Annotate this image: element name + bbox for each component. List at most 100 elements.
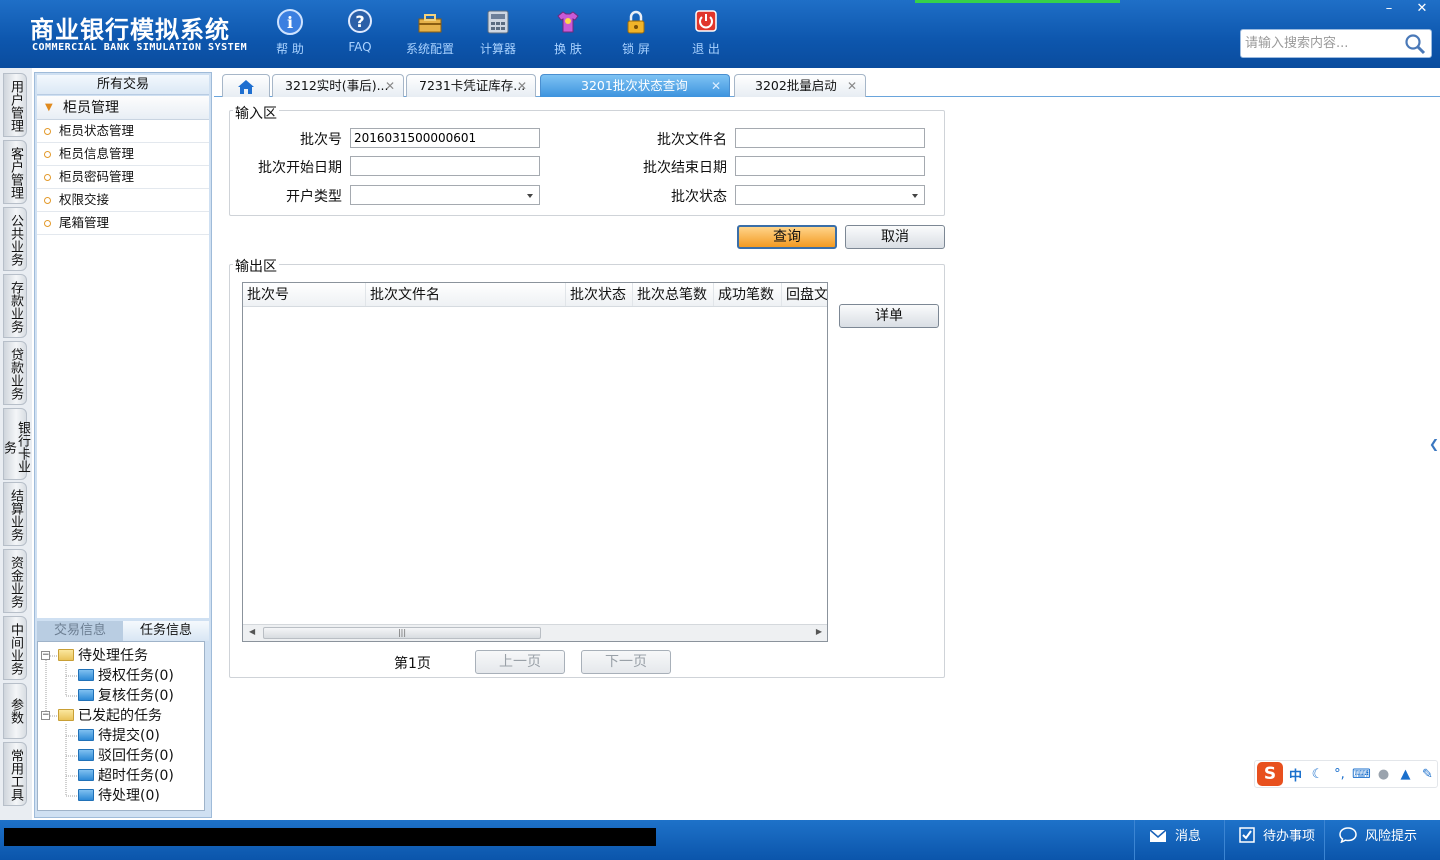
collapse-panel-handle[interactable]: ❮ (1428, 424, 1440, 464)
batch-no-input[interactable] (350, 128, 540, 148)
collapse-toggle[interactable]: − (41, 711, 50, 720)
batch-file-input[interactable] (735, 128, 925, 148)
account-type-select[interactable] (350, 185, 540, 205)
checkbox-icon (1239, 823, 1255, 857)
menu-item-cash-box[interactable]: 尾箱管理 (37, 212, 209, 235)
system-config-button[interactable]: 系统配置 (398, 8, 462, 57)
tab-3212[interactable]: 3212实时(事后)... ✕ (272, 74, 404, 97)
cancel-button[interactable]: 取消 (845, 225, 945, 249)
tab-task-info[interactable]: 任务信息 (123, 621, 209, 641)
close-tab-icon[interactable]: ✕ (517, 75, 527, 97)
nav-bank-card-business[interactable]: 银行卡业务 (1, 408, 30, 480)
tab-3201[interactable]: 3201批次状态查询 ✕ (540, 74, 730, 97)
ime-logo-icon[interactable]: S (1257, 762, 1283, 786)
tree-node-auth-tasks[interactable]: 授权任务(0) (78, 666, 174, 686)
close-tab-icon[interactable]: ✕ (711, 75, 721, 97)
nav-fund-business[interactable]: 资金业务 (3, 549, 27, 613)
next-page-button[interactable]: 下一页 (581, 650, 671, 674)
keyboard-icon[interactable]: ⌨ (1352, 767, 1371, 782)
menu-item-label: 柜员信息管理 (59, 146, 135, 161)
search-icon[interactable] (1403, 32, 1427, 56)
folder-icon (78, 789, 94, 801)
nav-intermediary-business[interactable]: 中间业务 (3, 616, 27, 680)
shirt-icon (553, 8, 583, 36)
menu-item-permission-handover[interactable]: 权限交接 (37, 189, 209, 212)
tab-home[interactable] (222, 74, 270, 97)
nav-common-tools[interactable]: 常用工具 (3, 742, 27, 806)
start-date-label: 批次开始日期 (258, 160, 342, 176)
end-date-input[interactable] (735, 156, 925, 176)
tab-transaction-info[interactable]: 交易信息 (37, 621, 123, 641)
col-batch-no[interactable]: 批次号 (243, 283, 366, 306)
tree-node-timeout[interactable]: 超时任务(0) (78, 766, 174, 786)
help-button[interactable]: i 帮 助 (258, 8, 322, 57)
punctuation-icon[interactable]: °, (1330, 767, 1349, 782)
tree-node-review-tasks[interactable]: 复核任务(0) (78, 686, 174, 706)
todo-button[interactable]: 待办事项 (1224, 820, 1324, 860)
shirt-icon[interactable]: ▲ (1396, 767, 1415, 782)
nav-parameters[interactable]: 参数 (3, 683, 27, 739)
tree-node-initiated[interactable]: 已发起的任务 (58, 706, 162, 726)
exit-button[interactable]: 退 出 (674, 8, 738, 57)
scroll-left-icon[interactable]: ◀ (249, 627, 255, 636)
calculator-label: 计算器 (479, 42, 516, 56)
notice-ticker (4, 828, 656, 846)
skin-button[interactable]: 换 肤 (536, 8, 600, 57)
menu-item-teller-status[interactable]: 柜员状态管理 (37, 120, 209, 143)
folder-icon (78, 669, 94, 681)
tree-node-rejected[interactable]: 驳回任务(0) (78, 746, 174, 766)
start-date-input[interactable] (350, 156, 540, 176)
col-batch-status[interactable]: 批次状态 (566, 283, 633, 306)
wrench-icon[interactable]: ✎ (1418, 767, 1437, 782)
risk-alert-button[interactable]: 风险提示 (1324, 820, 1440, 860)
folder-icon (78, 729, 94, 741)
tree-node-pending[interactable]: 待处理任务 (58, 646, 148, 666)
collapse-toggle[interactable]: − (41, 651, 50, 660)
moon-icon[interactable]: ☾ (1308, 767, 1327, 782)
user-icon[interactable]: ● (1374, 767, 1393, 782)
tab-3202[interactable]: 3202批量启动 ✕ (734, 74, 866, 97)
close-tab-icon[interactable]: ✕ (385, 75, 395, 97)
col-return-file[interactable]: 回盘文 (782, 283, 827, 306)
tree-node-to-submit[interactable]: 待提交(0) (78, 726, 160, 746)
nav-settlement-business[interactable]: 结算业务 (3, 482, 27, 546)
lock-screen-button[interactable]: 锁 屏 (604, 8, 668, 57)
batch-status-label: 批次状态 (671, 189, 727, 205)
search-input[interactable] (1245, 33, 1395, 54)
nav-customer-management[interactable]: 客户管理 (3, 140, 27, 204)
scroll-right-icon[interactable]: ▶ (816, 627, 822, 636)
messages-label: 消息 (1175, 829, 1202, 844)
faq-label: FAQ (348, 40, 372, 54)
nav-loan-business[interactable]: 贷款业务 (3, 341, 27, 405)
menu-group-teller-management[interactable]: ▼ 柜员管理 (37, 96, 209, 120)
tab-label: 3202批量启动 (755, 78, 837, 93)
close-window-button[interactable]: ✕ (1405, 0, 1439, 18)
horizontal-scrollbar[interactable]: ◀ ||| ▶ (243, 624, 827, 641)
folder-icon (78, 689, 94, 701)
bullet-icon (44, 197, 51, 204)
nav-deposit-business[interactable]: 存款业务 (3, 274, 27, 338)
prev-page-button[interactable]: 上一页 (475, 650, 565, 674)
scroll-thumb[interactable]: ||| (263, 627, 541, 639)
query-button[interactable]: 查询 (737, 225, 837, 249)
tab-7231[interactable]: 7231卡凭证库存... ✕ (406, 74, 536, 97)
tree-node-to-process[interactable]: 待处理(0) (78, 786, 160, 806)
minimize-button[interactable]: – (1372, 0, 1406, 18)
menu-item-teller-info[interactable]: 柜员信息管理 (37, 143, 209, 166)
faq-button[interactable]: ? FAQ (328, 8, 392, 54)
messages-button[interactable]: 消息 (1134, 820, 1224, 860)
menu-item-teller-password[interactable]: 柜员密码管理 (37, 166, 209, 189)
batch-status-select[interactable] (735, 185, 925, 205)
todo-label: 待办事项 (1263, 829, 1316, 844)
bullet-icon (44, 174, 51, 181)
ime-mode-toggle[interactable]: 中 (1286, 765, 1305, 784)
detail-button[interactable]: 详单 (839, 304, 939, 328)
nav-public-business[interactable]: 公共业务 (3, 207, 27, 271)
calculator-button[interactable]: 计算器 (466, 8, 530, 57)
menu-item-label: 柜员状态管理 (59, 123, 135, 138)
col-batch-file[interactable]: 批次文件名 (366, 283, 566, 306)
close-tab-icon[interactable]: ✕ (847, 75, 857, 97)
col-total-count[interactable]: 批次总笔数 (633, 283, 714, 306)
col-success-count[interactable]: 成功笔数 (714, 283, 782, 306)
nav-user-management[interactable]: 用户管理 (3, 73, 27, 137)
